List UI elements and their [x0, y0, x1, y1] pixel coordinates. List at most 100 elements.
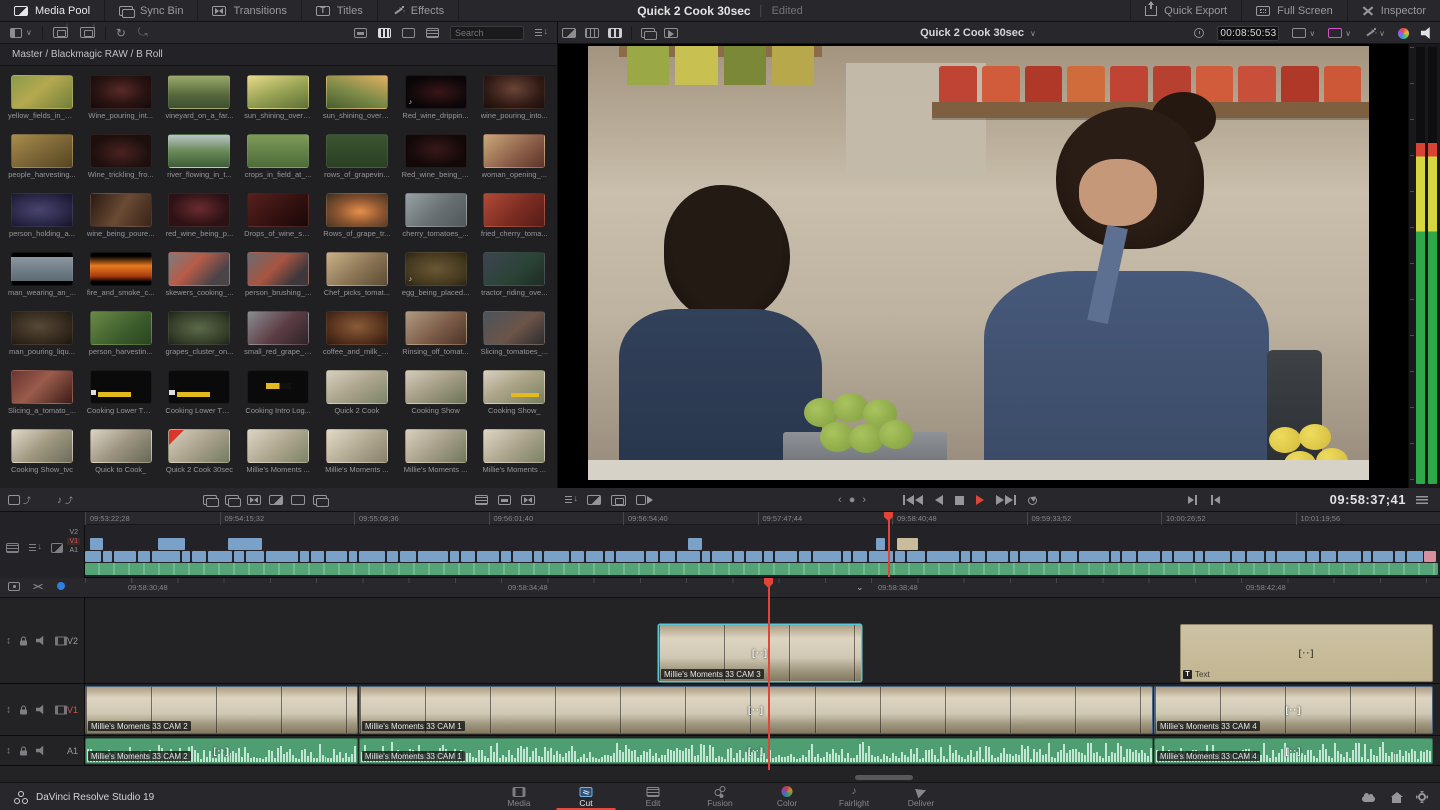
media-clip[interactable]: man_pouring_liqu... [8, 311, 76, 356]
media-pool-button[interactable]: Media Pool [0, 0, 105, 21]
overview-clip[interactable] [876, 538, 885, 550]
lock-icon[interactable] [20, 750, 27, 755]
media-clip[interactable]: Rows_of_grape_tr... [323, 193, 391, 238]
lock-icon[interactable] [20, 709, 27, 714]
close-up-icon[interactable] [269, 495, 283, 505]
timeline-clip[interactable]: [··]Millie's Moments 33 CAM 4 [1154, 738, 1433, 764]
overview-clip[interactable] [85, 551, 101, 562]
timeline-detail[interactable]: ⌄ 09:58:30;4809:58:34;4809:58:38;4809:58… [0, 578, 1440, 782]
audio-monitor-icon[interactable] [1421, 27, 1434, 40]
camera-icon[interactable] [51, 543, 63, 553]
media-clip[interactable]: river_flowing_in_t... [165, 134, 233, 179]
ripple-overwrite-icon[interactable] [247, 495, 261, 505]
bin-view-button[interactable]: ∨ [10, 28, 32, 38]
media-clip[interactable]: coffee_and_milk_b... [323, 311, 391, 356]
media-clip[interactable]: Red_wine_being_p... [402, 134, 470, 179]
overview-clip[interactable] [712, 551, 732, 562]
overview-clip[interactable] [1205, 551, 1230, 562]
mute-icon[interactable] [36, 705, 46, 715]
overview-clip[interactable] [1247, 551, 1264, 562]
insert-video-icon[interactable]: ⤴ [8, 495, 31, 506]
unsync-clips-icon[interactable]: ⤿ [138, 25, 148, 40]
media-clip[interactable]: red_wine_being_p... [165, 193, 233, 238]
media-clip[interactable]: Cooking Lower Thi... [87, 370, 155, 415]
titles-button[interactable]: Titles [302, 0, 378, 21]
media-clip[interactable]: wine_being_poure... [87, 193, 155, 238]
overview-clip[interactable] [907, 551, 925, 562]
overview-clip[interactable] [1307, 551, 1319, 562]
timeline-playhead[interactable] [768, 578, 770, 770]
inspector-button[interactable]: Inspector [1347, 0, 1440, 21]
overview-clip[interactable] [477, 551, 499, 562]
overview-clip[interactable] [895, 551, 905, 562]
media-clip-thumbnail[interactable] [483, 75, 545, 109]
transitions-button[interactable]: Transitions [198, 0, 301, 21]
media-clip[interactable]: Millie's Moments ... [402, 429, 470, 474]
viewer-timecode[interactable]: 00:08:50:53 [1217, 26, 1279, 41]
breadcrumb[interactable]: Master / Blackmagic RAW / B Roll [0, 44, 557, 66]
overview-clip[interactable] [734, 551, 744, 562]
viewer-stage[interactable] [558, 44, 1408, 488]
timeline-clip[interactable]: [··]Millie's Moments 33 CAM 2 [85, 738, 358, 764]
loop-icon[interactable] [1028, 496, 1037, 505]
sort-icon[interactable] [535, 28, 547, 38]
media-clip-thumbnail[interactable] [168, 311, 230, 345]
media-clip[interactable]: grapes_cluster_on... [165, 311, 233, 356]
play-button[interactable] [976, 495, 984, 505]
media-clip-thumbnail[interactable] [247, 252, 309, 286]
overview-clip[interactable] [1048, 551, 1059, 562]
place-on-top-icon[interactable] [291, 495, 305, 505]
play-reverse-button[interactable] [935, 495, 943, 505]
media-clip-thumbnail[interactable] [11, 252, 73, 286]
overview-clip[interactable] [544, 551, 569, 562]
timeline-clip[interactable]: Millie's Moments 33 CAM 2 [85, 686, 358, 734]
track-select-icon[interactable]: ↕ [6, 704, 11, 715]
media-clip[interactable]: Slicing_tomatoes_... [480, 311, 548, 356]
overview-clip[interactable] [103, 551, 112, 562]
overview-clip[interactable] [1424, 551, 1436, 562]
overview-clip[interactable] [90, 538, 103, 550]
overview-clip[interactable] [152, 551, 180, 562]
media-clip-thumbnail[interactable] [247, 193, 309, 227]
media-clip[interactable]: crops_in_field_at_... [244, 134, 312, 179]
overview-clip[interactable] [501, 551, 511, 562]
overview-clip[interactable] [1395, 551, 1405, 562]
timeline-track-v2[interactable]: ↕V2[··]Millie's Moments 33 CAM 3[··]TTex… [0, 598, 1440, 684]
overview-clip[interactable] [400, 551, 416, 562]
timeline-timecode[interactable]: 09:58:37;41 [1330, 488, 1406, 512]
media-clip-thumbnail[interactable] [405, 134, 467, 168]
overview-clip[interactable] [1020, 551, 1046, 562]
collapse-chevron-icon[interactable]: ⌄ [856, 582, 864, 593]
strip-view-icon[interactable] [354, 28, 367, 38]
overview-clip[interactable] [114, 551, 136, 562]
media-clip[interactable]: Red_wine_drippin... [402, 75, 470, 120]
timeline-track-v1[interactable]: ↕V1Millie's Moments 33 CAM 2[··]Millie's… [0, 684, 1440, 736]
media-clip-thumbnail[interactable] [247, 75, 309, 109]
media-clip[interactable]: Quick to Cook_ [87, 429, 155, 474]
timeline-view-icon[interactable] [608, 28, 622, 38]
media-clip-thumbnail[interactable] [90, 311, 152, 345]
track-select-icon[interactable]: ↕ [6, 635, 11, 646]
timeline-clip[interactable]: [··]Millie's Moments 33 CAM 1 [359, 686, 1153, 734]
color-wand-icon[interactable] [1398, 28, 1409, 39]
media-clip-thumbnail[interactable] [483, 429, 545, 463]
overview-clip[interactable] [1138, 551, 1160, 562]
overview-clip[interactable] [208, 551, 232, 562]
media-clip[interactable]: man_wearing_an_... [8, 252, 76, 297]
overview-clip[interactable] [616, 551, 644, 562]
overview-clip[interactable] [1111, 551, 1120, 562]
audio-trim-icon[interactable] [29, 543, 41, 553]
tab-color[interactable]: Color [754, 783, 821, 810]
fx-menu[interactable]: ∨ [1328, 28, 1351, 38]
tab-fairlight[interactable]: ♪Fairlight [821, 783, 888, 810]
media-clip-thumbnail[interactable] [11, 370, 73, 404]
go-to-start-button[interactable] [903, 495, 923, 505]
overview-clip[interactable] [586, 551, 603, 562]
tab-media[interactable]: Media [486, 783, 553, 810]
media-clip-thumbnail[interactable] [405, 252, 467, 286]
overview-clip[interactable] [1407, 551, 1423, 562]
media-clip-thumbnail[interactable] [326, 370, 388, 404]
media-clip[interactable]: Millie's Moments ... [480, 429, 548, 474]
media-clip-thumbnail[interactable] [11, 75, 73, 109]
overview-clip[interactable] [1174, 551, 1193, 562]
